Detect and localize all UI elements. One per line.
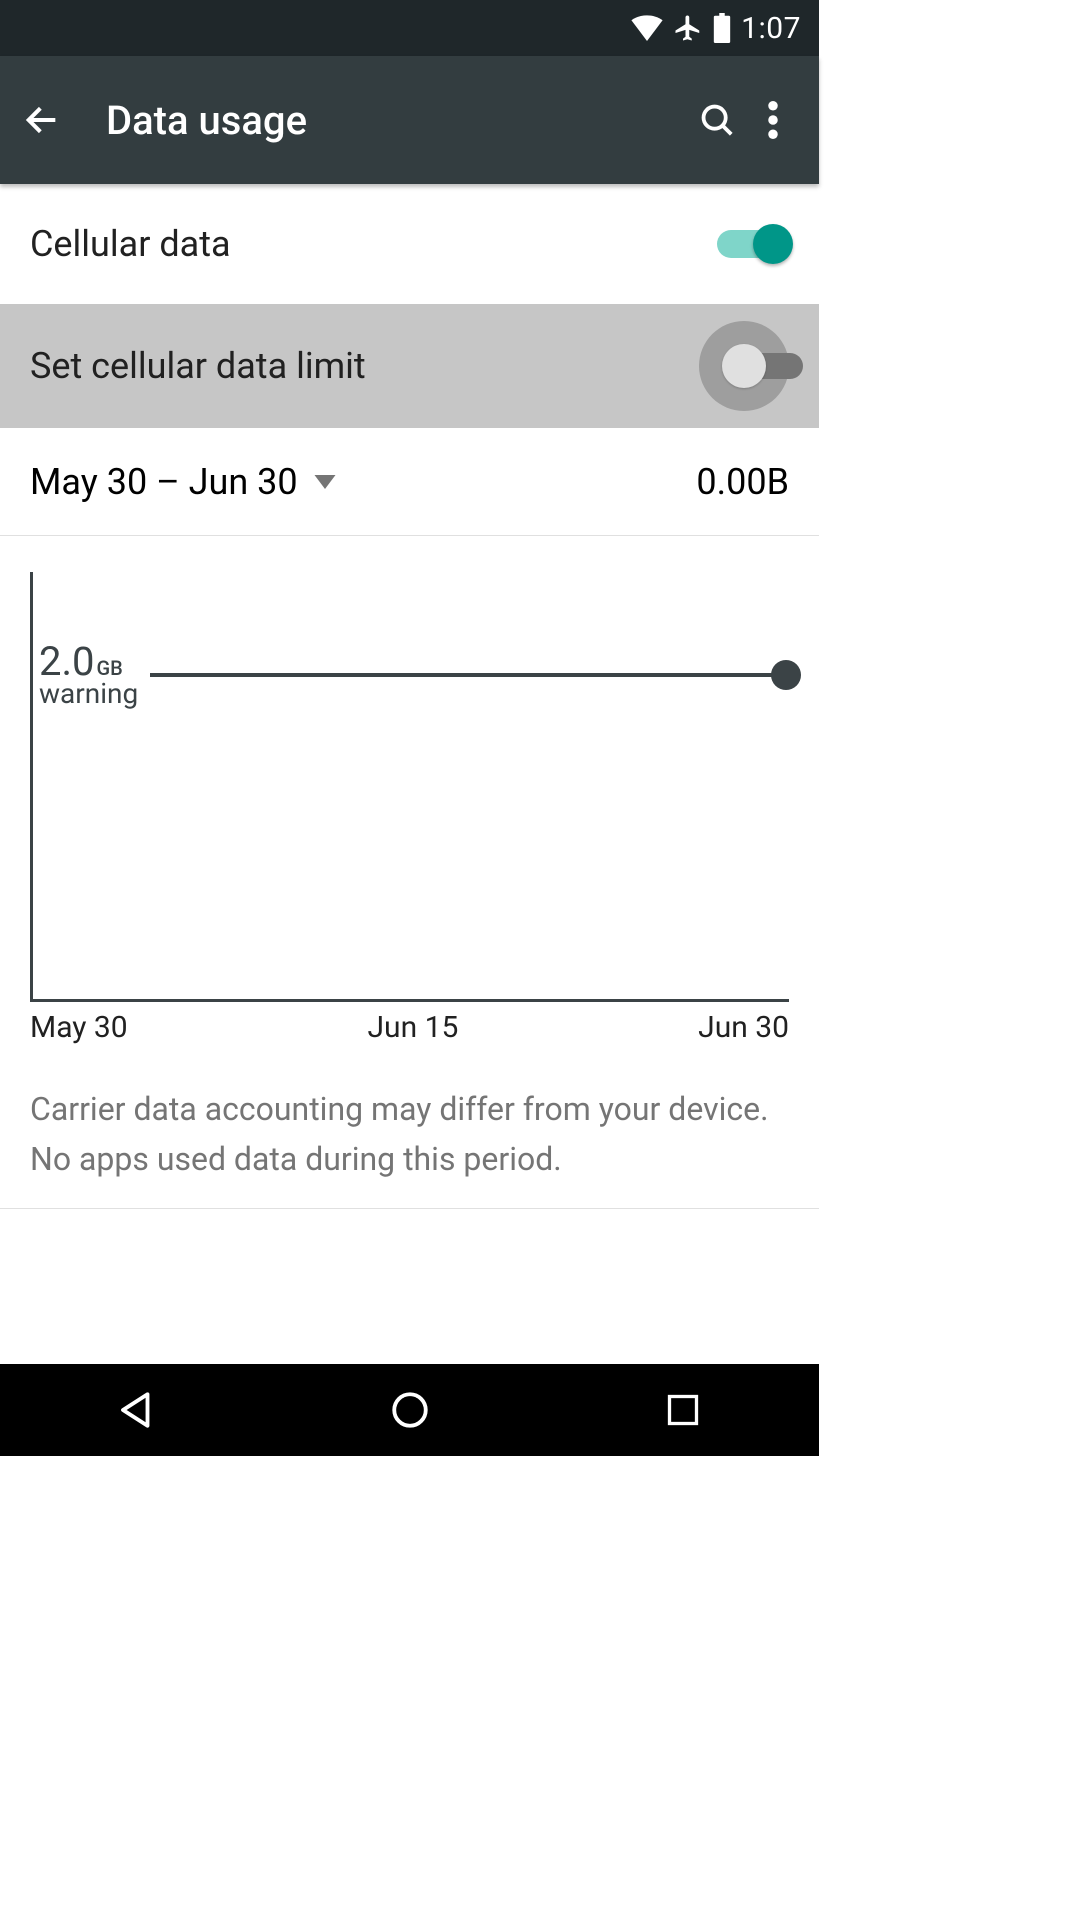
warning-threshold-label: 2.0GB warning [33, 642, 150, 708]
set-data-limit-label: Set cellular data limit [30, 345, 699, 387]
x-tick-start: May 30 [30, 1010, 128, 1045]
usage-footer-text: Carrier data accounting may differ from … [0, 1055, 819, 1209]
nav-back-button[interactable] [107, 1380, 167, 1440]
status-bar: 1:07 [0, 0, 819, 56]
dropdown-icon [314, 475, 336, 489]
app-bar: Data usage [0, 56, 819, 184]
set-data-limit-toggle[interactable] [699, 321, 789, 411]
warning-threshold-line[interactable]: 2.0GB warning [33, 642, 789, 708]
set-data-limit-row[interactable]: Set cellular data limit [0, 304, 819, 428]
cycle-total-usage: 0.00B [696, 461, 789, 503]
airplane-icon [673, 13, 703, 43]
navigation-bar [0, 1364, 819, 1456]
data-usage-chart: 2.0GB warning May 30 Jun 15 Jun 30 [0, 536, 819, 1055]
search-button[interactable] [689, 92, 745, 148]
nav-home-button[interactable] [380, 1380, 440, 1440]
x-tick-mid: Jun 15 [368, 1010, 459, 1045]
wifi-icon [631, 15, 663, 41]
battery-icon [713, 13, 731, 43]
page-title: Data usage [106, 97, 689, 144]
x-tick-end: Jun 30 [698, 1010, 789, 1045]
billing-cycle-selector[interactable]: May 30 – Jun 30 [30, 461, 336, 503]
back-button[interactable] [18, 96, 66, 144]
status-time: 1:07 [741, 11, 801, 46]
warning-threshold-handle[interactable] [771, 660, 801, 690]
cellular-data-row[interactable]: Cellular data [0, 184, 819, 304]
nav-recents-button[interactable] [653, 1380, 713, 1440]
cellular-data-label: Cellular data [30, 223, 717, 265]
overflow-menu-button[interactable] [745, 92, 801, 148]
cellular-data-toggle[interactable] [717, 230, 789, 258]
chart-x-axis: May 30 Jun 15 Jun 30 [30, 1002, 789, 1045]
billing-cycle-row: May 30 – Jun 30 0.00B [0, 428, 819, 536]
chart-plot-area: 2.0GB warning [30, 572, 789, 1002]
billing-cycle-period: May 30 – Jun 30 [30, 461, 298, 503]
